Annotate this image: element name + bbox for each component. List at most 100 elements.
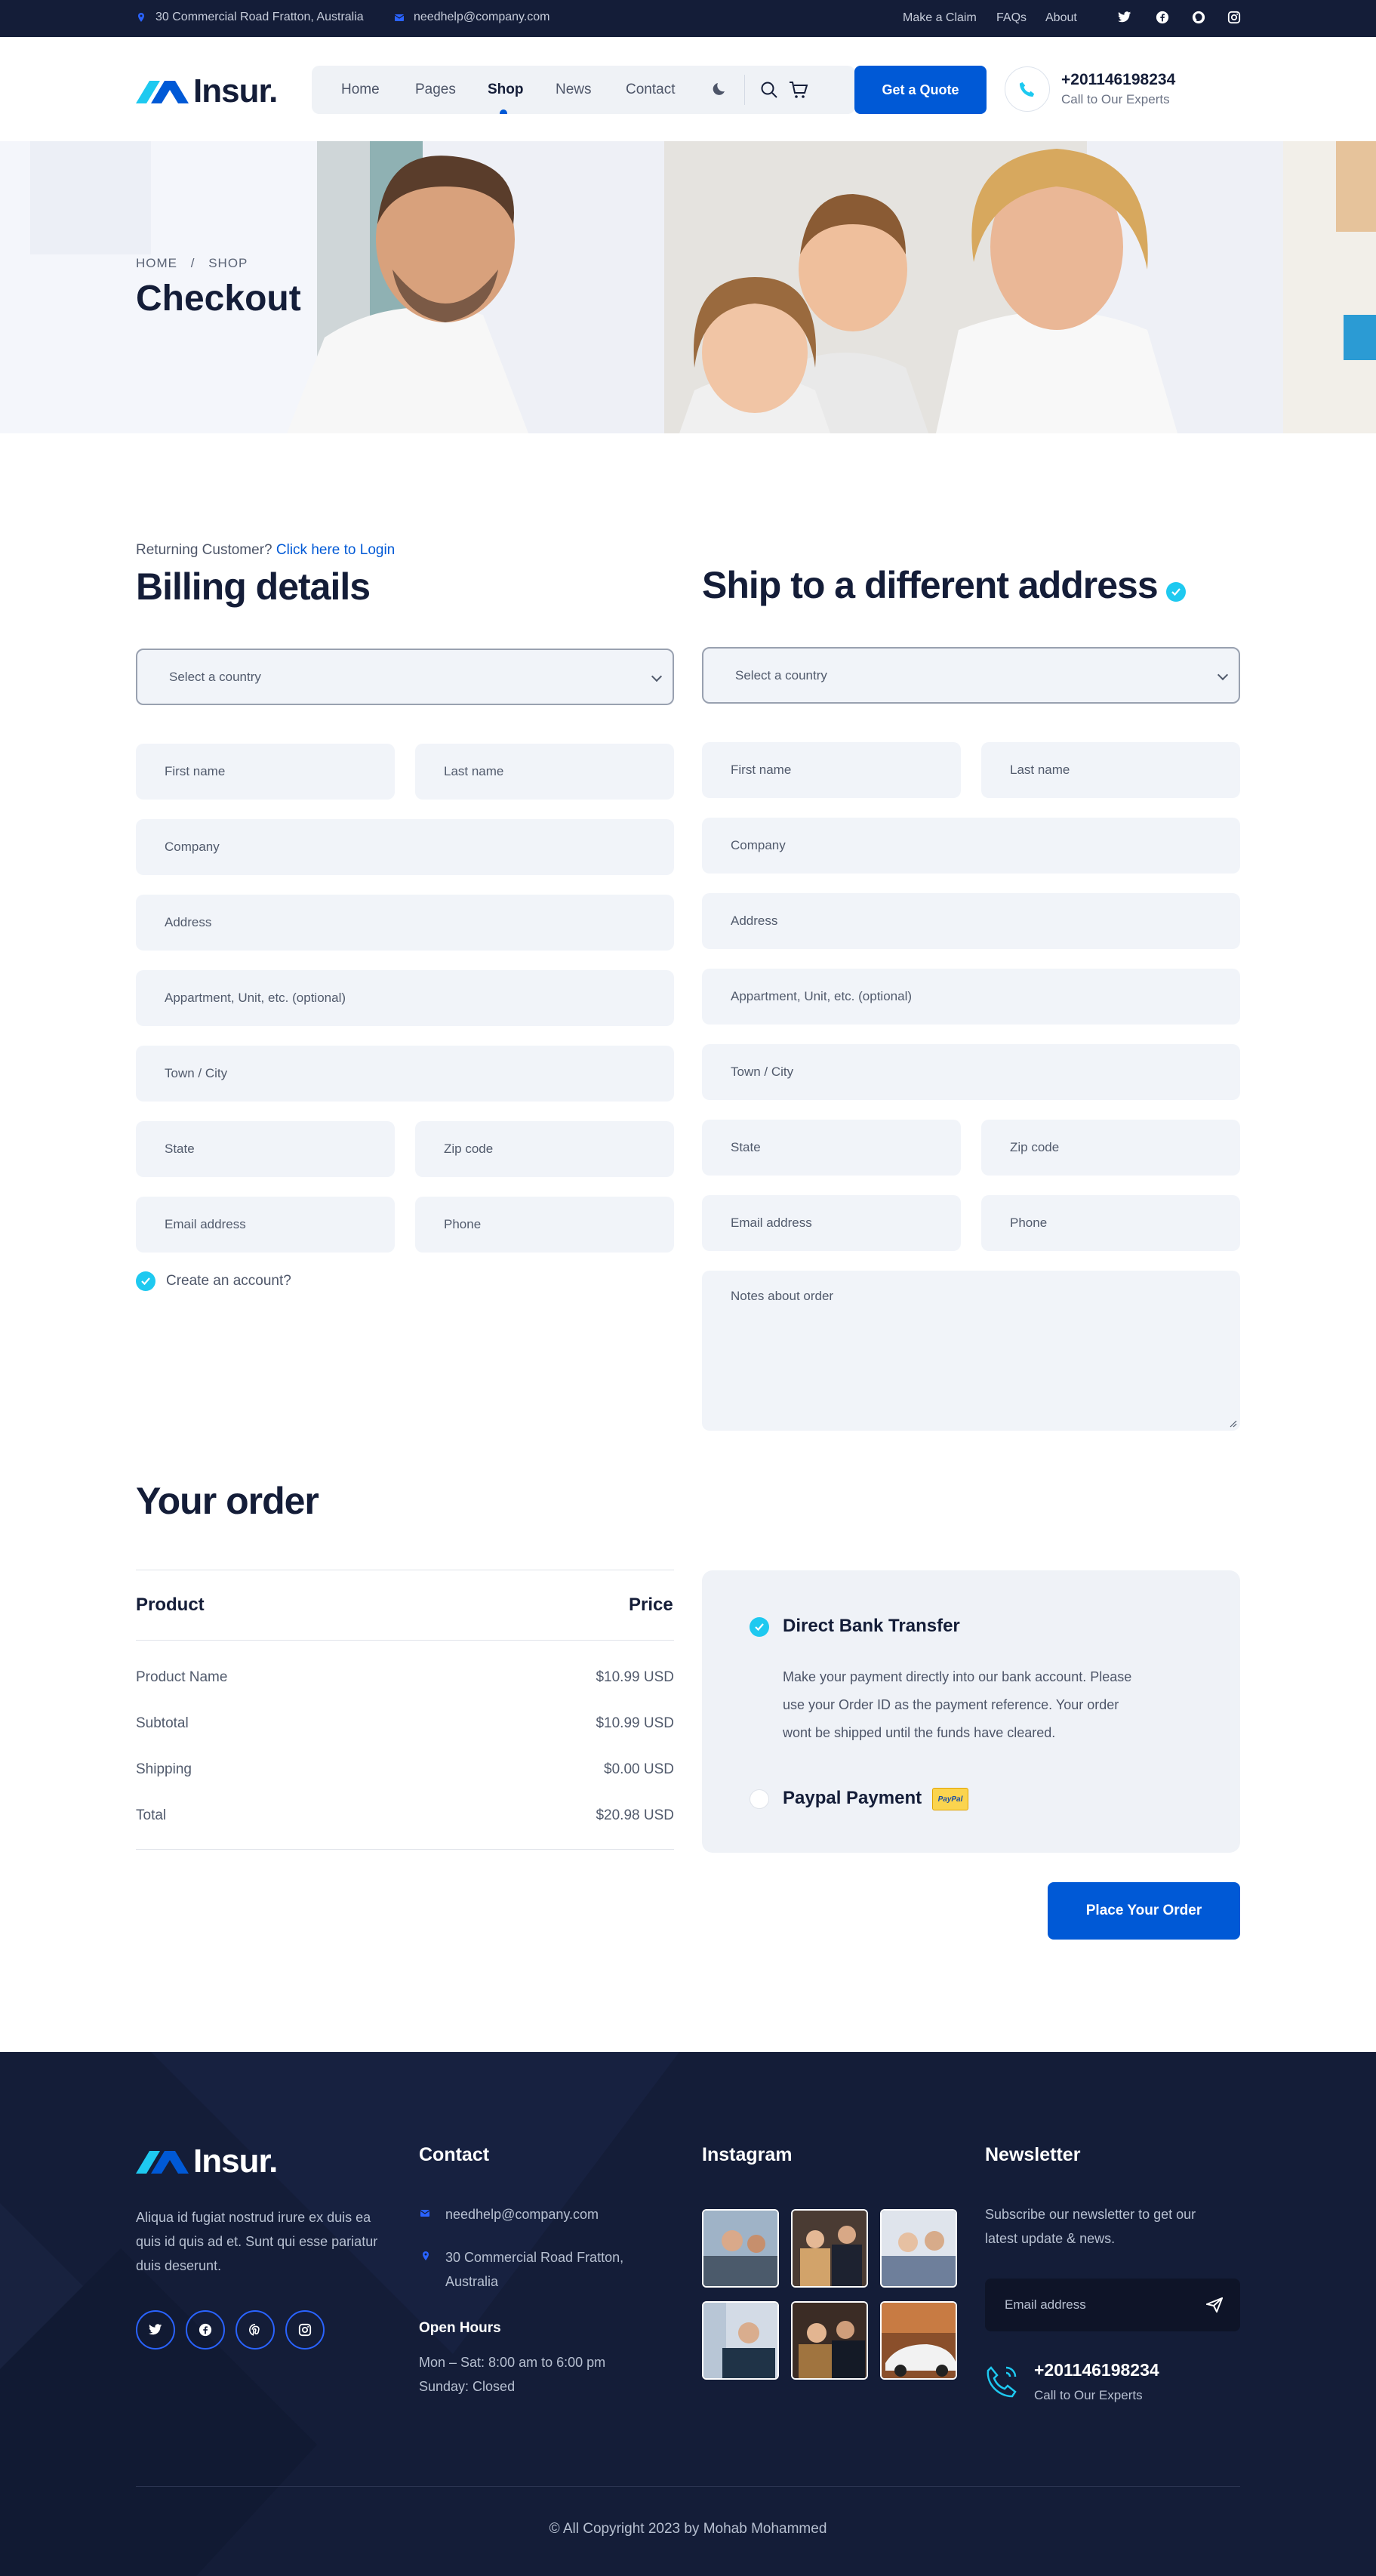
login-link[interactable]: Click here to Login — [276, 542, 395, 558]
order-row-value: $0.00 USD — [604, 1761, 674, 1777]
top-bar: 30 Commercial Road Fratton, Australia ne… — [0, 0, 1376, 37]
get-quote-button[interactable]: Get a Quote — [854, 66, 987, 114]
billing-phone-input[interactable]: Phone — [415, 1197, 674, 1253]
nav-home[interactable]: Home — [341, 82, 380, 98]
shipping-country-select[interactable]: Select a country — [702, 647, 1240, 704]
search-icon[interactable] — [760, 81, 778, 103]
link-faqs[interactable]: FAQs — [996, 11, 1027, 25]
billing-title: Billing details — [136, 565, 371, 608]
paypal-radio[interactable] — [750, 1789, 769, 1809]
shipping-apartment-input[interactable]: Appartment, Unit, etc. (optional) — [702, 969, 1240, 1025]
shipping-address-input[interactable]: Address — [702, 893, 1240, 949]
returning-customer-text: Returning Customer? Click here to Login — [136, 542, 395, 559]
link-about[interactable]: About — [1045, 11, 1077, 25]
instagram-photo[interactable] — [791, 2209, 868, 2288]
instagram-icon[interactable] — [1226, 9, 1242, 26]
nav-active-indicator — [500, 109, 507, 114]
billing-first-name-input[interactable]: First name — [136, 744, 395, 800]
main-nav: Home Pages Shop News Contact — [312, 66, 855, 114]
instagram-photo[interactable] — [702, 2209, 779, 2288]
order-notes-textarea[interactable]: Notes about order — [702, 1271, 1240, 1431]
instagram-photo[interactable] — [880, 2209, 957, 2288]
shipping-email-input[interactable]: Email address — [702, 1195, 961, 1251]
instagram-photo[interactable] — [702, 2301, 779, 2380]
pinterest-icon[interactable] — [1190, 9, 1207, 26]
newsletter-text-line: latest update & news. — [985, 2231, 1116, 2246]
footer-logo[interactable]: Insur. — [136, 2143, 278, 2180]
footer-hours-line: Sunday: Closed — [419, 2379, 516, 2394]
shipping-town-input[interactable]: Town / City — [702, 1044, 1240, 1100]
newsletter-text-line: Subscribe our newsletter to get our — [985, 2207, 1196, 2222]
topbar-address: 30 Commercial Road Fratton, Australia — [136, 11, 364, 24]
footer-address-line: 30 Commercial Road Fratton, — [445, 2250, 624, 2265]
billing-company-input[interactable]: Company — [136, 819, 674, 875]
paypal-label[interactable]: Paypal Payment — [783, 1788, 922, 1809]
page-title: Checkout — [136, 279, 301, 319]
twitter-icon[interactable] — [1116, 9, 1133, 26]
logo-mark-icon — [136, 2151, 189, 2174]
header-phone-number[interactable]: +201146198234 — [1061, 71, 1175, 89]
footer-about-line: duis deserunt. — [136, 2258, 222, 2273]
nav-pages[interactable]: Pages — [415, 82, 456, 98]
resize-handle-icon[interactable] — [1228, 1419, 1237, 1428]
site-header: Insur. Home Pages Shop News Contact Get … — [0, 37, 1376, 141]
nav-divider — [744, 75, 745, 105]
billing-address-input[interactable]: Address — [136, 895, 674, 951]
footer-phone-number[interactable]: +201146198234 — [1034, 2360, 1159, 2380]
map-pin-icon — [423, 2251, 429, 2260]
bank-desc-line: Make your payment directly into our bank… — [783, 1669, 1132, 1684]
order-row-label: Total — [136, 1807, 167, 1823]
mail-icon — [420, 2210, 430, 2217]
phone-call-icon — [987, 2366, 1017, 2398]
moon-icon[interactable] — [712, 81, 728, 101]
nav-news[interactable]: News — [556, 82, 592, 98]
bank-transfer-radio[interactable] — [750, 1617, 769, 1637]
order-col-product: Product — [136, 1595, 205, 1615]
breadcrumb-home[interactable]: HOME — [136, 256, 177, 270]
returning-customer-label: Returning Customer? — [136, 542, 272, 558]
billing-zip-input[interactable]: Zip code — [415, 1121, 674, 1177]
newsletter-email-input[interactable]: Email address — [985, 2279, 1240, 2331]
footer-email[interactable]: needhelp@company.com — [445, 2202, 599, 2226]
order-row-value: $10.99 USD — [596, 1669, 674, 1685]
instagram-photo[interactable] — [880, 2301, 957, 2380]
footer-divider — [136, 2486, 1240, 2487]
billing-country-select[interactable]: Select a country — [136, 649, 674, 705]
instagram-icon[interactable] — [285, 2310, 325, 2350]
logo[interactable]: Insur. — [136, 72, 278, 110]
order-row: Product Name $10.99 USD — [136, 1669, 674, 1686]
shipping-company-input[interactable]: Company — [702, 818, 1240, 874]
shipping-state-input[interactable]: State — [702, 1120, 961, 1176]
breadcrumb-separator: / — [190, 256, 195, 270]
billing-state-input[interactable]: State — [136, 1121, 395, 1177]
topbar-email[interactable]: needhelp@company.com — [394, 11, 550, 24]
create-account-checkbox[interactable]: Create an account? — [136, 1271, 291, 1291]
instagram-photo[interactable] — [791, 2301, 868, 2380]
order-title: Your order — [136, 1480, 319, 1522]
order-divider — [136, 1640, 674, 1641]
billing-town-input[interactable]: Town / City — [136, 1046, 674, 1102]
billing-apartment-input[interactable]: Appartment, Unit, etc. (optional) — [136, 970, 674, 1026]
pinterest-icon[interactable] — [235, 2310, 275, 2350]
shipping-last-name-input[interactable]: Last name — [981, 742, 1240, 798]
shipping-phone-input[interactable]: Phone — [981, 1195, 1240, 1251]
shipping-first-name-input[interactable]: First name — [702, 742, 961, 798]
phone-icon[interactable] — [1005, 66, 1050, 112]
cart-icon[interactable] — [789, 81, 808, 103]
nav-contact[interactable]: Contact — [626, 82, 675, 98]
bank-desc-line: wont be shipped until the funds have cle… — [783, 1725, 1056, 1740]
facebook-icon[interactable] — [1154, 9, 1171, 26]
ship-different-checkbox[interactable] — [1166, 582, 1186, 602]
place-order-button[interactable]: Place Your Order — [1048, 1882, 1240, 1940]
link-make-claim[interactable]: Make a Claim — [903, 11, 977, 25]
twitter-icon[interactable] — [136, 2310, 175, 2350]
order-col-price: Price — [629, 1595, 673, 1615]
billing-email-input[interactable]: Email address — [136, 1197, 395, 1253]
billing-last-name-input[interactable]: Last name — [415, 744, 674, 800]
shipping-zip-input[interactable]: Zip code — [981, 1120, 1240, 1176]
send-icon[interactable] — [1206, 2297, 1223, 2313]
breadcrumb: HOME / SHOP — [136, 256, 248, 271]
nav-shop[interactable]: Shop — [488, 82, 524, 98]
facebook-icon[interactable] — [186, 2310, 225, 2350]
bank-transfer-label[interactable]: Direct Bank Transfer — [783, 1616, 960, 1637]
